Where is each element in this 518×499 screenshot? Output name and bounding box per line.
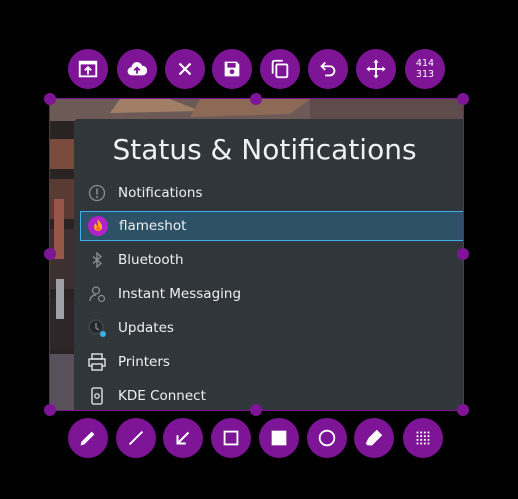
cloud-upload-icon bbox=[127, 62, 148, 76]
status-notifications-panel: Status & Notifications Notifications fla… bbox=[74, 119, 463, 410]
copy-icon bbox=[271, 59, 289, 79]
arrow-tool-icon bbox=[176, 431, 190, 445]
resize-handle-top-right[interactable] bbox=[457, 93, 469, 105]
list-item-instant-messaging[interactable]: Instant Messaging bbox=[80, 279, 463, 309]
list-item-label: Instant Messaging bbox=[118, 286, 242, 302]
selection-width: 414 bbox=[415, 58, 435, 69]
marker-tool-button[interactable] bbox=[354, 418, 394, 458]
printer-icon bbox=[84, 349, 110, 375]
rectangle-tool-button[interactable] bbox=[211, 418, 251, 458]
close-button[interactable] bbox=[165, 49, 205, 89]
line-tool-button[interactable] bbox=[116, 418, 156, 458]
capture-region[interactable]: Status & Notifications Notifications fla… bbox=[49, 98, 464, 411]
save-button[interactable] bbox=[212, 49, 252, 89]
filled-rectangle-tool-icon bbox=[271, 430, 287, 446]
list-item-label: Updates bbox=[118, 320, 174, 336]
list-item-label: Printers bbox=[118, 354, 170, 370]
bluetooth-icon bbox=[84, 247, 110, 273]
list-item-label: Bluetooth bbox=[118, 252, 184, 268]
undo-button[interactable] bbox=[308, 49, 348, 89]
list-item-notifications[interactable]: Notifications bbox=[80, 178, 463, 208]
resize-handle-left[interactable] bbox=[44, 248, 56, 260]
pixelate-tool-icon bbox=[416, 431, 430, 445]
circle-tool-button[interactable] bbox=[307, 418, 347, 458]
marker-tool-icon bbox=[365, 429, 383, 446]
list-item-label: KDE Connect bbox=[118, 388, 206, 404]
resize-handle-bottom-right[interactable] bbox=[457, 404, 469, 416]
list-item-label: flameshot bbox=[119, 218, 187, 234]
undo-icon bbox=[320, 61, 336, 77]
move-icon bbox=[366, 59, 386, 79]
selection-height: 313 bbox=[415, 69, 435, 80]
arrow-tool-button[interactable] bbox=[163, 418, 203, 458]
resize-handle-top-left[interactable] bbox=[44, 93, 56, 105]
list-item-updates[interactable]: Updates bbox=[80, 313, 463, 343]
pencil-tool-icon bbox=[80, 431, 95, 446]
copy-button[interactable] bbox=[260, 49, 300, 89]
info-circle-icon bbox=[84, 180, 110, 206]
list-item-label: Notifications bbox=[118, 185, 203, 201]
flameshot-icon bbox=[85, 213, 111, 239]
upload-to-screen-icon bbox=[78, 60, 98, 78]
save-icon bbox=[224, 61, 240, 77]
rectangle-tool-icon bbox=[223, 430, 239, 446]
list-item-flameshot[interactable]: flameshot bbox=[80, 211, 463, 241]
cloud-upload-button[interactable] bbox=[117, 49, 157, 89]
resize-handle-top[interactable] bbox=[250, 93, 262, 105]
filled-rectangle-tool-button[interactable] bbox=[259, 418, 299, 458]
resize-handle-bottom[interactable] bbox=[250, 404, 262, 416]
line-tool-icon bbox=[128, 430, 144, 446]
updates-icon bbox=[84, 315, 110, 341]
panel-title: Status & Notifications bbox=[112, 133, 417, 166]
pencil-tool-button[interactable] bbox=[68, 418, 108, 458]
list-item-kde-connect[interactable]: KDE Connect bbox=[80, 381, 463, 410]
selection-size-badge: 414 313 bbox=[405, 49, 445, 89]
move-button[interactable] bbox=[356, 49, 396, 89]
user-icon bbox=[84, 281, 110, 307]
list-item-printers[interactable]: Printers bbox=[80, 347, 463, 377]
circle-tool-icon bbox=[318, 429, 336, 447]
phone-icon bbox=[84, 383, 110, 409]
close-icon bbox=[178, 62, 192, 76]
pixelate-tool-button[interactable] bbox=[403, 418, 443, 458]
resize-handle-bottom-left[interactable] bbox=[44, 404, 56, 416]
upload-to-screen-button[interactable] bbox=[68, 49, 108, 89]
list-item-bluetooth[interactable]: Bluetooth bbox=[80, 245, 463, 275]
resize-handle-right[interactable] bbox=[457, 248, 469, 260]
